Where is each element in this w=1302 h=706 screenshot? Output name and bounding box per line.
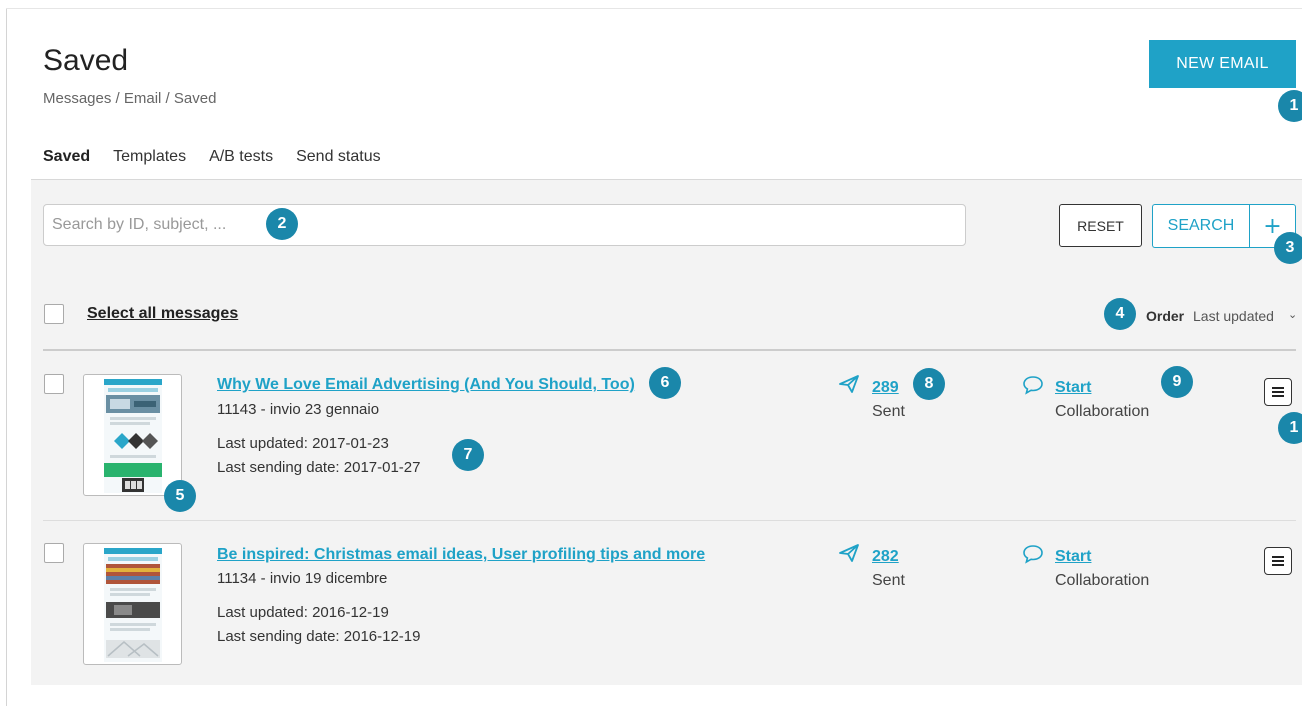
message-id-subtitle: 11143 - invio 23 gennaio [217, 401, 380, 418]
order-select[interactable]: Last updated [1193, 308, 1274, 324]
sent-label: Sent [872, 572, 905, 589]
row-divider [43, 520, 1296, 521]
sent-count-link[interactable]: 282 [872, 548, 899, 566]
tab-send-status[interactable]: Send status [296, 148, 381, 181]
reset-button[interactable]: RESET [1059, 204, 1142, 247]
order-label: Order [1146, 308, 1185, 324]
send-icon [839, 544, 859, 562]
callout-badge: 1 [1278, 412, 1302, 444]
list-divider [43, 349, 1296, 351]
select-all-checkbox[interactable] [44, 304, 64, 324]
email-preview-image [104, 379, 162, 493]
last-updated-text: Last updated: 2016-12-19 [217, 604, 389, 621]
chevron-down-icon[interactable]: ⌄ [1288, 308, 1297, 321]
search-button[interactable]: SEARCH [1152, 204, 1249, 248]
last-sending-date-text: Last sending date: 2016-12-19 [217, 628, 421, 645]
row-menu-button[interactable] [1264, 547, 1292, 575]
email-thumbnail[interactable] [83, 374, 182, 496]
tab-ab-tests[interactable]: A/B tests [209, 148, 273, 181]
email-thumbnail[interactable] [83, 543, 182, 665]
tab-saved[interactable]: Saved [43, 148, 91, 181]
hamburger-icon [1272, 387, 1284, 389]
last-sending-date-text: Last sending date: 2017-01-27 [217, 459, 421, 476]
top-border [6, 8, 1302, 9]
callout-badge: 7 [452, 439, 484, 471]
callout-badge: 8 [913, 368, 945, 400]
sent-label: Sent [872, 403, 905, 420]
last-updated-text: Last updated: 2017-01-23 [217, 435, 389, 452]
speech-bubble-icon [1023, 376, 1043, 395]
row-checkbox[interactable] [44, 374, 64, 394]
speech-bubble-icon [1023, 545, 1043, 564]
collaboration-label: Collaboration [1055, 572, 1150, 589]
callout-badge: 1 [1278, 90, 1302, 122]
collaboration-start-link[interactable]: Start [1055, 379, 1091, 397]
sent-count-link[interactable]: 289 [872, 379, 899, 397]
email-preview-image [104, 548, 162, 662]
message-title-link[interactable]: Why We Love Email Advertising (And You S… [217, 376, 635, 394]
callout-badge: 2 [266, 208, 298, 240]
row-menu-button[interactable] [1264, 378, 1292, 406]
callout-badge: 4 [1104, 298, 1136, 330]
message-id-subtitle: 11134 - invio 19 dicembre [217, 570, 388, 587]
collaboration-label: Collaboration [1055, 403, 1150, 420]
hamburger-icon [1272, 556, 1284, 558]
row-checkbox[interactable] [44, 543, 64, 563]
page-title: Saved [43, 44, 129, 77]
callout-badge: 3 [1274, 232, 1302, 264]
tab-bar: Saved Templates A/B tests Send status [43, 148, 404, 181]
new-email-button[interactable]: NEW EMAIL [1149, 40, 1296, 88]
collaboration-start-link[interactable]: Start [1055, 548, 1091, 566]
email-saved-page: Saved Messages / Email / Saved NEW EMAIL… [0, 0, 1302, 706]
send-icon [839, 375, 859, 393]
tab-templates[interactable]: Templates [113, 148, 186, 181]
breadcrumb: Messages / Email / Saved [43, 90, 217, 107]
callout-badge: 9 [1161, 366, 1193, 398]
callout-badge: 5 [164, 480, 196, 512]
search-input[interactable] [43, 204, 966, 246]
message-title-link[interactable]: Be inspired: Christmas email ideas, User… [217, 546, 705, 564]
callout-badge: 6 [649, 367, 681, 399]
left-border [6, 8, 7, 706]
select-all-link[interactable]: Select all messages [87, 305, 238, 323]
